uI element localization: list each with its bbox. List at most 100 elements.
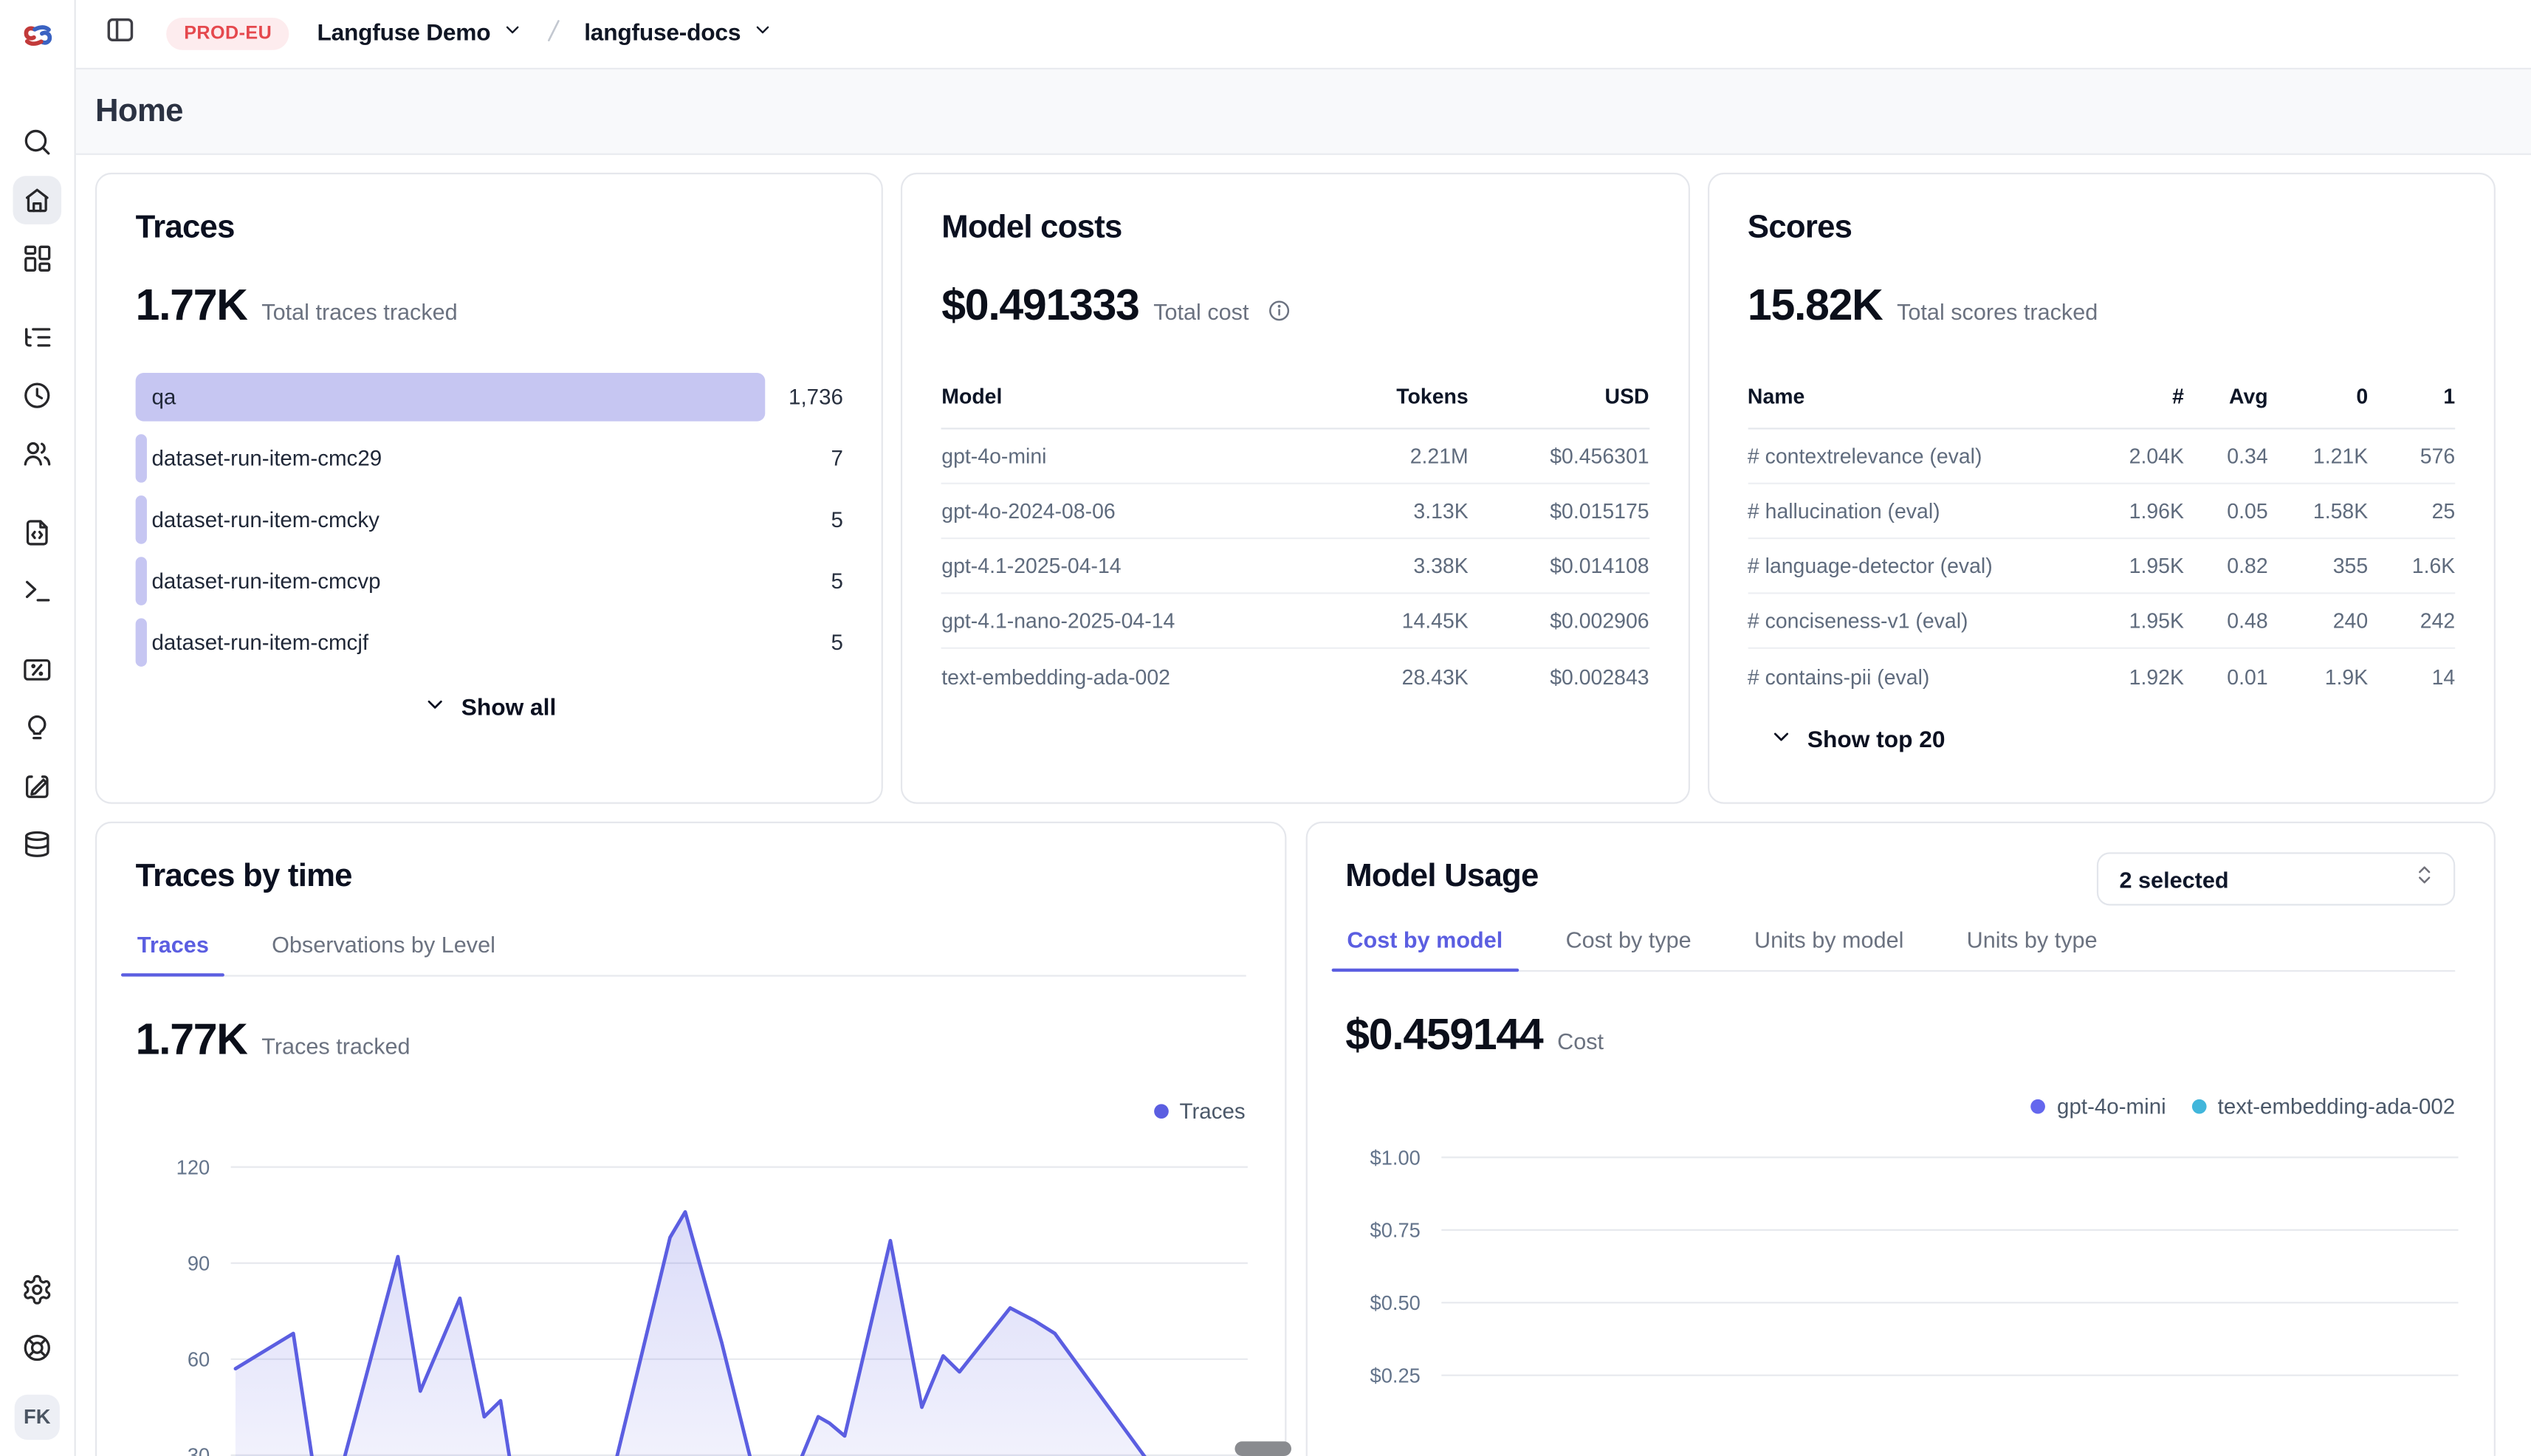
file-code-icon (21, 517, 53, 549)
sidebar-item-support[interactable] (13, 1324, 61, 1373)
cell: 1.95K (2090, 554, 2184, 578)
sidebar-item-prompts[interactable] (13, 509, 61, 557)
cell: # contextrelevance (eval) (1748, 444, 2090, 468)
clock-icon (21, 380, 53, 412)
gear-icon (21, 1274, 53, 1306)
page-header: Home (76, 69, 2531, 155)
cell: 1.96K (2090, 499, 2184, 523)
sidebar-toggle-button[interactable] (98, 13, 140, 55)
sidebar-item-insights[interactable] (13, 704, 61, 752)
show-all-button[interactable]: Show all (136, 693, 843, 724)
main-area: PROD-EU Langfuse Demo langfuse-docs Home… (76, 0, 2531, 1456)
score-row: # contextrelevance (eval)2.04K0.341.21K5… (1748, 430, 2455, 484)
avatar[interactable]: FK (15, 1395, 60, 1440)
model-usage-chart: $1.00$0.75$0.50$0.25 (1345, 1128, 2455, 1406)
cell: # conciseness-v1 (eval) (1748, 608, 2090, 633)
tab-cost-by-model[interactable]: Cost by model (1345, 927, 1504, 970)
cell: 1.6K (2368, 554, 2455, 578)
traces-tracked-label: Traces tracked (261, 1033, 410, 1059)
cell: 1.21K (2268, 444, 2369, 468)
cell: 28.43K (1313, 665, 1469, 689)
trace-bar-value: 5 (831, 631, 842, 655)
sidebar-item-settings[interactable] (13, 1266, 61, 1314)
lightbulb-icon (21, 712, 53, 744)
scores-total-label: Total scores tracked (1897, 298, 2098, 324)
svg-text:120: 120 (176, 1155, 210, 1178)
legend-label: text-embedding-ada-002 (2218, 1094, 2456, 1119)
org-switcher[interactable]: Langfuse Demo (317, 19, 523, 48)
model-usage-card: Model Usage 2 selected Cost by model Cos… (1305, 822, 2496, 1456)
sidebar-item-datasets[interactable] (13, 762, 61, 811)
cell: text-embedding-ada-002 (941, 665, 1313, 689)
trace-bar-row: qa 1,736 (136, 373, 843, 422)
trace-bar (136, 557, 147, 605)
show-all-label: Show all (461, 695, 557, 721)
model-select[interactable]: 2 selected (2097, 852, 2455, 905)
traces-by-time-tabs: Traces Observations by Level (136, 931, 1246, 976)
trace-bar-value: 1,736 (789, 385, 843, 409)
cell: 25 (2368, 499, 2455, 523)
tab-cost-by-type[interactable]: Cost by type (1564, 927, 1693, 970)
sidebar-item-sessions[interactable] (13, 371, 61, 420)
sidebar-item-playground[interactable] (13, 566, 61, 615)
trace-bar-label: qa (152, 385, 176, 409)
svg-text:$0.25: $0.25 (1369, 1364, 1419, 1387)
col-zero: 0 (2268, 384, 2369, 408)
cell: 240 (2268, 608, 2369, 633)
legend-dot-icon (1154, 1104, 1169, 1119)
svg-text:60: 60 (188, 1348, 210, 1371)
sidebar-item-search[interactable] (13, 118, 61, 167)
cell: 14.45K (1313, 608, 1469, 633)
lifebuoy-icon (21, 1332, 53, 1364)
sidebar-item-evaluation[interactable] (13, 645, 61, 694)
cell: $0.002906 (1469, 608, 1649, 633)
legend-label: Traces (1180, 1099, 1246, 1124)
sidebar-item-dashboards[interactable] (13, 234, 61, 283)
tab-units-by-model[interactable]: Units by model (1753, 927, 1906, 970)
project-name: langfuse-docs (584, 21, 741, 47)
traces-tracked-total: 1.77K (136, 1015, 247, 1064)
cell: 1.92K (2090, 665, 2184, 689)
svg-text:$1.00: $1.00 (1369, 1146, 1419, 1169)
cell: 0.82 (2184, 554, 2268, 578)
dashboard-grid-icon (21, 242, 53, 275)
sidebar-item-home[interactable] (13, 176, 61, 224)
show-top-20-button[interactable]: Show top 20 (1748, 725, 2455, 756)
tab-units-by-type[interactable]: Units by type (1965, 927, 2098, 970)
trace-bar (136, 618, 147, 667)
horizontal-scrollbar-thumb[interactable] (1234, 1441, 1291, 1456)
trace-bar-row: dataset-run-item-cmcvp5 (136, 557, 843, 605)
info-icon[interactable] (1267, 298, 1291, 331)
model-usage-tabs: Cost by model Cost by type Units by mode… (1345, 927, 2455, 972)
cell: $0.002843 (1469, 665, 1649, 689)
model-costs-table: Model Tokens USD gpt-4o-mini2.21M$0.4563… (941, 384, 1649, 704)
svg-text:$0.75: $0.75 (1369, 1219, 1419, 1242)
sidebar-nav (13, 69, 61, 1266)
cell: # hallucination (eval) (1748, 499, 2090, 523)
trace-bar-value: 5 (831, 569, 842, 594)
tab-traces[interactable]: Traces (136, 931, 210, 975)
model-cost-row: gpt-4.1-nano-2025-04-1414.45K$0.002906 (941, 594, 1649, 649)
svg-text:30: 30 (188, 1444, 210, 1456)
col-tokens: Tokens (1313, 384, 1469, 408)
langfuse-logo[interactable] (0, 0, 75, 69)
chevrons-up-down-icon (2413, 864, 2436, 895)
model-select-value: 2 selected (2120, 866, 2229, 892)
model-cost-row: gpt-4o-2024-08-063.13K$0.015175 (941, 484, 1649, 539)
tab-observations-by-level[interactable]: Observations by Level (270, 931, 497, 975)
scores-table: Name # Avg 0 1 # contextrelevance (eval)… (1748, 384, 2455, 704)
cell: 14 (2368, 665, 2455, 689)
project-switcher[interactable]: langfuse-docs (584, 19, 773, 48)
model-cost-row: gpt-4o-mini2.21M$0.456301 (941, 430, 1649, 484)
legend-item: text-embedding-ada-002 (2192, 1094, 2456, 1119)
cell: 0.01 (2184, 665, 2268, 689)
search-icon (21, 126, 53, 159)
sidebar-item-database[interactable] (13, 820, 61, 869)
sidebar-item-users[interactable] (13, 430, 61, 478)
sidebar-item-tracing[interactable] (13, 313, 61, 362)
sidebar-bottom: FK (13, 1266, 61, 1456)
cell: gpt-4.1-2025-04-14 (941, 554, 1313, 578)
model-costs-total-label: Total cost (1153, 298, 1249, 324)
trace-bar-row: dataset-run-item-cmc297 (136, 434, 843, 483)
model-costs-total: $0.491333 (941, 281, 1139, 329)
